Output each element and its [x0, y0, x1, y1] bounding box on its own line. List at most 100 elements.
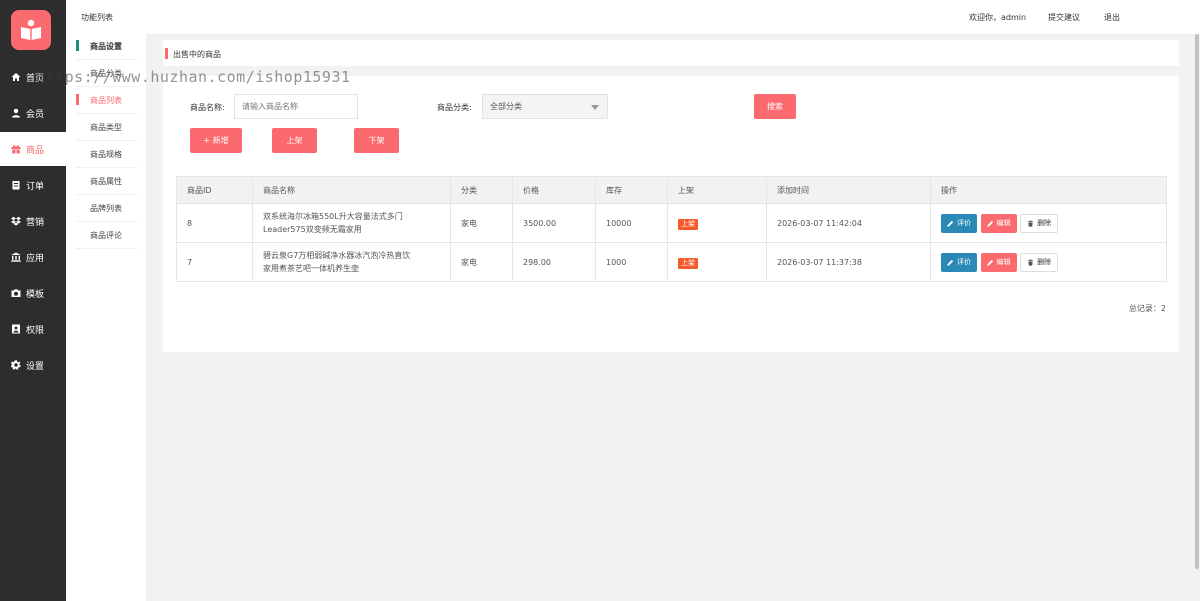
- vertical-scrollbar[interactable]: [1194, 34, 1200, 601]
- status-badge[interactable]: 上架: [678, 218, 698, 230]
- submenu-item-spec[interactable]: 商品规格: [76, 142, 138, 168]
- nav-marketing[interactable]: 营销: [0, 204, 66, 238]
- column-header: 分类: [450, 176, 513, 204]
- total-records: 总记录：2: [1128, 304, 1166, 313]
- nav-label: 权限: [26, 325, 45, 336]
- column-header: 操作: [930, 176, 1167, 204]
- gear-icon: [11, 360, 21, 370]
- nav-apps[interactable]: 应用: [0, 240, 66, 274]
- main-sidebar: 首页 会员 商品 订单 营销 应用 模板 权限 设置: [0, 0, 66, 601]
- submenu-item-label: 商品规格: [90, 150, 122, 159]
- app-logo[interactable]: [11, 10, 51, 50]
- nav-settings[interactable]: 设置: [0, 348, 66, 382]
- dropbox-icon: [11, 216, 21, 226]
- goods-id-cell: 8: [176, 203, 253, 243]
- home-icon: [11, 72, 21, 82]
- trash-icon: [1027, 258, 1034, 266]
- goods-name-line: Leader575双变频无霜家用: [263, 225, 362, 234]
- bank-icon: [11, 252, 21, 262]
- pencil-icon: [947, 220, 954, 227]
- nav-goods[interactable]: 商品: [0, 132, 66, 166]
- book-icon: [21, 19, 41, 40]
- added-time-cell: 2026-03-07 11:42:04: [766, 203, 931, 243]
- chevron-down-icon: [591, 105, 599, 110]
- submenu-item-review[interactable]: 商品评论: [76, 223, 138, 249]
- goods-name-line: 家用煮茶艺吧一体机养生壶: [263, 264, 359, 273]
- off-shelf-button[interactable]: 下架: [354, 128, 399, 153]
- status-cell: 上架: [667, 203, 767, 243]
- camera-icon: [11, 288, 21, 298]
- category-label: 商品分类:: [437, 103, 472, 112]
- submenu-item-label: 商品分类: [90, 69, 122, 78]
- table-row: 7 碧云泉G7万相弱碱净水器冰汽泡冷热直饮 家用煮茶艺吧一体机养生壶 家电 29…: [176, 242, 1167, 282]
- on-shelf-button[interactable]: 上架: [272, 128, 317, 153]
- add-button[interactable]: + 新增: [190, 128, 242, 153]
- nav-template[interactable]: 模板: [0, 276, 66, 310]
- delete-button[interactable]: 删除: [1020, 252, 1059, 272]
- pencil-icon: [947, 259, 954, 266]
- column-header: 商品名称: [252, 176, 451, 204]
- goods-name-label: 商品名称:: [190, 103, 225, 112]
- edit-button[interactable]: 编辑: [980, 213, 1017, 233]
- delete-label: 删除: [1037, 218, 1052, 227]
- pencil-icon: [986, 220, 993, 227]
- nav-label: 设置: [26, 361, 45, 372]
- pencil-icon: [986, 259, 993, 266]
- breadcrumb: 出售中的商品: [163, 40, 1179, 66]
- edit-label: 编辑: [996, 218, 1011, 227]
- submenu-item-label: 商品列表: [90, 96, 122, 105]
- goods-name-input[interactable]: [234, 94, 358, 119]
- welcome-text: 欢迎你，admin: [969, 13, 1027, 22]
- edit-button[interactable]: 编辑: [980, 252, 1017, 272]
- price-cell: 3500.00: [512, 203, 596, 243]
- submenu-item-type[interactable]: 商品类型: [76, 115, 138, 141]
- submenu-item-attribute[interactable]: 商品属性: [76, 169, 138, 195]
- rate-label: 评价: [957, 218, 971, 227]
- nav-order[interactable]: 订单: [0, 168, 66, 202]
- added-time-cell: 2026-03-07 11:37:38: [766, 242, 931, 282]
- goods-name-cell: 双系统海尔冰箱550L升大容量法式多门 Leader575双变频无霜家用: [252, 203, 451, 243]
- feedback-link[interactable]: 提交建议: [1048, 12, 1080, 23]
- nav-home[interactable]: 首页: [0, 60, 66, 94]
- rate-button[interactable]: 评价: [941, 213, 977, 233]
- category-select[interactable]: 全部分类: [482, 94, 608, 119]
- submenu-item-label: 商品评论: [90, 231, 122, 240]
- submenu-title: 功能列表: [81, 13, 113, 22]
- goods-id-cell: 7: [176, 242, 253, 282]
- active-marker: [76, 94, 79, 105]
- submenu-item-label: 品牌列表: [90, 204, 122, 213]
- delete-button[interactable]: 删除: [1020, 213, 1059, 233]
- submenu-item-goods-list[interactable]: 商品列表: [76, 88, 138, 114]
- nav-label: 应用: [26, 253, 45, 264]
- submenu-item-label: 商品属性: [90, 177, 122, 186]
- logout-link[interactable]: 退出: [1104, 12, 1120, 23]
- nav-label: 营销: [26, 217, 45, 228]
- submenu-item-category[interactable]: 商品分类: [76, 61, 138, 87]
- column-header: 价格: [512, 176, 596, 204]
- nav-label: 订单: [26, 181, 45, 192]
- column-header: 添加时间: [766, 176, 931, 204]
- nav-member[interactable]: 会员: [0, 96, 66, 130]
- stock-cell: 10000: [595, 203, 668, 243]
- nav-label: 首页: [26, 73, 45, 84]
- category-cell: 家电: [450, 203, 513, 243]
- rate-label: 评价: [957, 257, 971, 266]
- page-title: 出售中的商品: [173, 50, 221, 59]
- group-marker: [76, 40, 79, 51]
- rate-button[interactable]: 评价: [941, 252, 977, 272]
- nav-permission[interactable]: 权限: [0, 312, 66, 346]
- column-header: 上架: [667, 176, 767, 204]
- status-badge[interactable]: 上架: [678, 257, 698, 269]
- goods-table: 商品ID 商品名称 分类 价格 库存 上架 添加时间 操作 8 双系统海尔冰箱5…: [176, 176, 1167, 282]
- category-cell: 家电: [450, 242, 513, 282]
- status-cell: 上架: [667, 242, 767, 282]
- submenu-item-goods-settings[interactable]: 商品设置: [76, 34, 138, 60]
- search-button[interactable]: 搜索: [754, 94, 796, 119]
- goods-name-line: 碧云泉G7万相弱碱净水器冰汽泡冷热直饮: [263, 251, 411, 260]
- submenu-item-brand[interactable]: 品牌列表: [76, 196, 138, 222]
- stock-cell: 1000: [595, 242, 668, 282]
- column-header: 商品ID: [176, 176, 253, 204]
- goods-name-line: 双系统海尔冰箱550L升大容量法式多门: [263, 212, 403, 221]
- table-row: 8 双系统海尔冰箱550L升大容量法式多门 Leader575双变频无霜家用 家…: [176, 203, 1167, 243]
- scrollbar-thumb[interactable]: [1195, 34, 1199, 569]
